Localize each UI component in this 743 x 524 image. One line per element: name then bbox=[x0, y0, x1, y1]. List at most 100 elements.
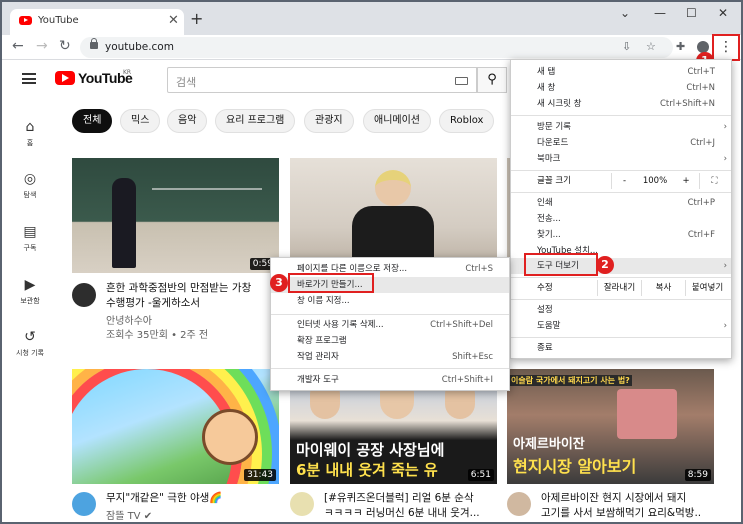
submenu-arrow-icon: › bbox=[723, 261, 727, 271]
video-title[interactable]: 고기를 사서 보쌈해먹기 요리&먹방.. bbox=[541, 506, 701, 521]
menu-shortcut: Shift+Esc bbox=[452, 352, 493, 362]
menu-item-find[interactable]: 찾기... Ctrl+F bbox=[511, 227, 731, 243]
submenu-item-clear-history[interactable]: 인터넷 사용 기록 삭제... Ctrl+Shift+Del bbox=[271, 317, 509, 333]
video-title[interactable]: [#유퀴즈온더블럭] 리얼 6분 순삭 bbox=[324, 491, 474, 506]
bookmark-star-icon[interactable]: ☆ bbox=[646, 40, 656, 53]
search-placeholder: 검색 bbox=[176, 76, 197, 89]
menu-label: 새 탭 bbox=[537, 67, 556, 77]
video-title[interactable]: 아제르바이잔 현지 시장에서 돼지 bbox=[541, 491, 686, 506]
menu-item-bookmarks[interactable]: 북마크 › bbox=[511, 151, 731, 167]
menu-item-print[interactable]: 인쇄 Ctrl+P bbox=[511, 195, 731, 211]
video-duration: 6:51 bbox=[467, 469, 494, 481]
hamburger-menu-icon[interactable] bbox=[22, 73, 36, 84]
menu-divider bbox=[271, 314, 509, 315]
menu-item-downloads[interactable]: 다운로드 Ctrl+J bbox=[511, 135, 731, 151]
video-duration: 8:59 bbox=[684, 469, 711, 481]
extensions-puzzle-icon[interactable]: ✚ bbox=[676, 40, 685, 53]
chip-animation[interactable]: 애니메이션 bbox=[363, 109, 431, 133]
chip-music[interactable]: 음악 bbox=[167, 109, 208, 133]
zoom-label: 글꼴 크기 bbox=[537, 176, 571, 186]
copy-button[interactable]: 복사 bbox=[641, 280, 685, 296]
youtube-logo-icon[interactable] bbox=[55, 71, 75, 85]
menu-item-settings[interactable]: 설정 bbox=[511, 302, 731, 318]
video-title[interactable]: 수행평가 -울게하소서 bbox=[106, 296, 200, 311]
menu-item-new-tab[interactable]: 새 탭 Ctrl+T bbox=[511, 64, 731, 80]
tab-youtube[interactable]: YouTube ✕ bbox=[10, 9, 184, 35]
maximize-button[interactable]: ☐ bbox=[686, 6, 697, 20]
channel-name[interactable]: 잠뜰 TV ✔ bbox=[106, 509, 152, 522]
video-thumbnail[interactable]: 31:43 bbox=[72, 369, 279, 484]
menu-item-history[interactable]: 방문 기록 › bbox=[511, 119, 731, 135]
tab-search-icon[interactable]: ⌄ bbox=[620, 6, 630, 20]
zoom-out-button[interactable]: - bbox=[611, 173, 637, 189]
new-tab-button[interactable]: + bbox=[190, 9, 203, 28]
menu-shortcut: Ctrl+P bbox=[687, 198, 715, 208]
channel-name[interactable]: 안녕하수아 bbox=[106, 314, 152, 329]
browser-toolbar: ← → ↻ youtube.com ⇩ ☆ ✚ ⋮ 1 bbox=[2, 34, 741, 70]
video-thumbnail[interactable] bbox=[290, 158, 497, 273]
video-title[interactable]: 무지"개같은" 극한 야생🌈 bbox=[106, 491, 222, 506]
sidebar-item-explore[interactable]: ◎ 탐색 bbox=[10, 171, 50, 200]
channel-avatar[interactable] bbox=[72, 283, 96, 307]
video-thumbnail[interactable]: 0:59 bbox=[72, 158, 279, 273]
menu-label: 새 창 bbox=[537, 83, 556, 93]
chip-mix[interactable]: 믹스 bbox=[120, 109, 161, 133]
sidebar-item-home[interactable]: ⌂ 홈 bbox=[10, 119, 50, 148]
window-close-button[interactable]: ✕ bbox=[718, 6, 728, 20]
video-title[interactable]: ㅋㅋㅋㅋ 러닝머신 6분 내내 웃겨... bbox=[324, 506, 480, 521]
chrome-main-menu: 새 탭 Ctrl+T 새 창 Ctrl+N 새 시크릿 창 Ctrl+Shift+N … bbox=[510, 59, 732, 359]
menu-divider bbox=[511, 299, 731, 300]
back-arrow-icon[interactable]: ← bbox=[12, 38, 24, 54]
submenu-arrow-icon: › bbox=[723, 321, 727, 331]
menu-item-help[interactable]: 도움말 › bbox=[511, 318, 731, 334]
paste-button[interactable]: 붙여넣기 bbox=[685, 280, 729, 296]
submenu-item-name-window[interactable]: 창 이름 지정... bbox=[271, 293, 509, 309]
channel-avatar[interactable] bbox=[290, 492, 314, 516]
menu-divider bbox=[511, 192, 731, 193]
menu-item-new-window[interactable]: 새 창 Ctrl+N bbox=[511, 80, 731, 96]
forward-arrow-icon[interactable]: → bbox=[36, 38, 48, 54]
chip-roblox[interactable]: Roblox bbox=[439, 109, 495, 133]
video-title[interactable]: 흔한 과학중점반의 만점받는 가창 bbox=[106, 281, 251, 296]
menu-item-incognito[interactable]: 새 시크릿 창 Ctrl+Shift+N bbox=[511, 96, 731, 112]
cut-button[interactable]: 잘라내기 bbox=[597, 280, 641, 296]
reload-icon[interactable]: ↻ bbox=[59, 38, 71, 54]
lock-icon bbox=[90, 38, 98, 49]
submenu-arrow-icon: › bbox=[723, 154, 727, 164]
menu-label: 전송... bbox=[537, 214, 561, 224]
chrome-menu-button[interactable]: ⋮ bbox=[712, 34, 740, 61]
menu-label: 방문 기록 bbox=[537, 122, 571, 132]
chip-cooking[interactable]: 요리 프로그램 bbox=[215, 109, 296, 133]
thumbnail-caption: 현지시장 알아보기 bbox=[513, 457, 637, 476]
thumbnail-caption: 이슬람 국가에서 돼지고기 사는 법? bbox=[509, 375, 632, 386]
menu-label: 다운로드 bbox=[537, 138, 569, 148]
menu-item-cast[interactable]: 전송... bbox=[511, 211, 731, 227]
channel-avatar[interactable] bbox=[72, 492, 96, 516]
submenu-item-task-manager[interactable]: 작업 관리자 Shift+Esc bbox=[271, 349, 509, 365]
channel-avatar[interactable] bbox=[507, 492, 531, 516]
menu-shortcut: Ctrl+Shift+I bbox=[441, 375, 493, 385]
menu-item-exit[interactable]: 종료 bbox=[511, 340, 731, 356]
home-icon: ⌂ bbox=[25, 119, 35, 135]
sidebar-item-history[interactable]: ↺ 시청 기록 bbox=[10, 329, 50, 358]
keyboard-icon[interactable] bbox=[455, 77, 468, 85]
install-app-icon[interactable]: ⇩ bbox=[622, 40, 631, 53]
menu-label: 새 시크릿 창 bbox=[537, 99, 582, 109]
sidebar-label: 구독 bbox=[23, 244, 37, 252]
minimize-button[interactable]: — bbox=[654, 6, 666, 20]
menu-shortcut: Ctrl+N bbox=[686, 83, 715, 93]
sidebar-item-subscriptions[interactable]: ▤ 구독 bbox=[10, 224, 50, 253]
submenu-item-devtools[interactable]: 개발자 도구 Ctrl+Shift+I bbox=[271, 372, 509, 388]
tab-close-icon[interactable]: ✕ bbox=[168, 13, 179, 28]
submenu-item-extensions[interactable]: 확장 프로그램 bbox=[271, 333, 509, 349]
video-thumbnail[interactable]: 이슬람 국가에서 돼지고기 사는 법? 아제르바이잔 현지시장 알아보기 8:5… bbox=[507, 369, 714, 484]
chip-tourism[interactable]: 관광지 bbox=[304, 109, 354, 133]
zoom-in-button[interactable]: + bbox=[673, 173, 699, 189]
address-bar[interactable]: youtube.com ⇩ ☆ bbox=[80, 37, 673, 58]
search-button[interactable]: ⚲ bbox=[477, 67, 507, 93]
sidebar-item-library[interactable]: ▶ 보관함 bbox=[10, 277, 50, 306]
fullscreen-icon[interactable]: ⛶ bbox=[699, 173, 729, 189]
thumbnail-caption: 마이웨이 공장 사장님에 bbox=[296, 441, 445, 459]
chip-all[interactable]: 전체 bbox=[72, 109, 113, 133]
search-input[interactable]: 검색 bbox=[167, 67, 477, 93]
